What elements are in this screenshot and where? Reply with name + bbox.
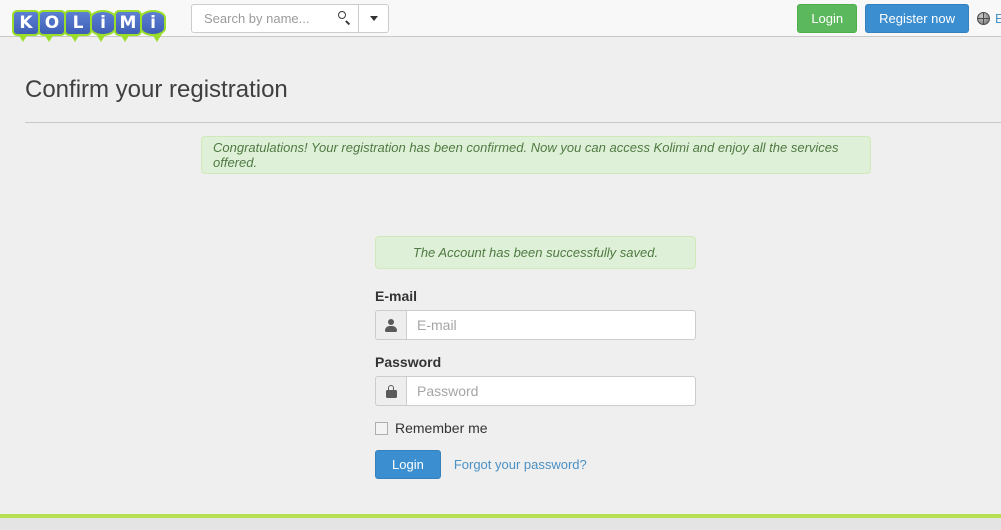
email-input-addon: [375, 310, 406, 340]
logo-letter-i-2: i: [140, 10, 166, 42]
logo-letter-l: L: [64, 10, 92, 42]
search-filter-dropdown-button[interactable]: [359, 3, 389, 33]
top-navbar: K O L i M i Login Register now E: [0, 0, 1001, 42]
login-form: E-mail Password Remember me Login Forgot…: [375, 288, 696, 479]
logo-letter-k: K: [12, 10, 40, 42]
remember-me-label: Remember me: [395, 420, 488, 436]
forgot-password-link[interactable]: Forgot your password?: [454, 457, 587, 472]
logo-letter-i-1: i: [90, 10, 116, 42]
language-selector[interactable]: E: [977, 11, 1001, 26]
page-title: Confirm your registration: [25, 76, 288, 103]
language-label: E: [995, 11, 1001, 26]
chevron-down-icon: [369, 15, 378, 21]
kolimi-logo[interactable]: K O L i M i: [12, 0, 166, 42]
registration-confirmed-alert: Congratulations! Your registration has b…: [201, 136, 871, 174]
globe-icon: [977, 12, 990, 25]
remember-me-checkbox[interactable]: [375, 421, 388, 435]
remember-me-row[interactable]: Remember me: [375, 420, 696, 436]
register-now-button[interactable]: Register now: [865, 4, 969, 33]
logo-letter-o: O: [38, 10, 66, 42]
search-icon[interactable]: [338, 11, 352, 25]
user-icon: [385, 318, 397, 332]
password-label: Password: [375, 354, 442, 370]
search-box[interactable]: [191, 3, 359, 33]
form-actions: Login Forgot your password?: [375, 450, 696, 479]
login-submit-button[interactable]: Login: [375, 450, 441, 479]
title-divider: [25, 122, 1001, 123]
password-field-group: [375, 376, 696, 406]
logo-letter-m: M: [114, 10, 142, 42]
lock-icon: [385, 384, 397, 398]
password-input-addon: [375, 376, 406, 406]
email-field-group: [375, 310, 696, 340]
password-input[interactable]: [406, 376, 696, 406]
search-group: [191, 3, 389, 33]
account-saved-alert: The Account has been successfully saved.: [375, 236, 696, 269]
account-saved-text: The Account has been successfully saved.: [412, 245, 659, 260]
navbar-right-actions: Login Register now E: [797, 0, 1001, 37]
email-label: E-mail: [375, 288, 418, 304]
login-button-header[interactable]: Login: [797, 4, 858, 33]
email-input[interactable]: [406, 310, 696, 340]
search-input[interactable]: [202, 9, 334, 27]
footer: [0, 518, 1001, 530]
registration-confirmed-text: Congratulations! Your registration has b…: [213, 140, 839, 170]
